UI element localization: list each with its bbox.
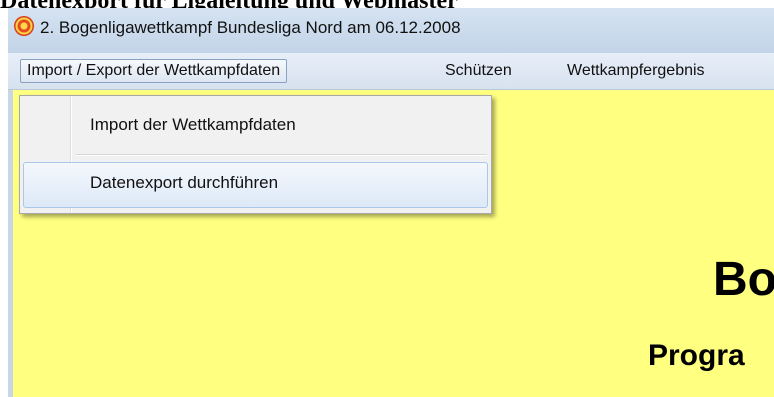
menu-item-label: Datenexport durchführen xyxy=(90,173,279,192)
menu-schuetzen[interactable]: Schützen xyxy=(439,59,518,83)
title-bar[interactable]: 2. Bogenligawettkampf Bundesliga Nord am… xyxy=(8,8,774,53)
target-icon[interactable] xyxy=(14,16,34,36)
page-heading: Datenexport für Ligaleitung und Webmaste… xyxy=(0,0,774,8)
app-window: 2. Bogenligawettkampf Bundesliga Nord am… xyxy=(8,8,774,397)
main-subheading: Progra xyxy=(648,339,745,372)
menu-wettkampfergebnis[interactable]: Wettkampfergebnis xyxy=(561,59,711,83)
menu-item-import[interactable]: Import der Wettkampfdaten xyxy=(23,104,488,148)
menu-separator xyxy=(76,154,487,156)
menu-item-label: Import der Wettkampfdaten xyxy=(90,115,296,134)
menu-import-export[interactable]: Import / Export der Wettkampfdaten xyxy=(20,59,288,83)
menu-bar: Import / Export der Wettkampfdaten Schüt… xyxy=(8,53,774,90)
import-export-dropdown: Import der Wettkampfdaten Datenexport du… xyxy=(19,95,492,214)
window-title: 2. Bogenligawettkampf Bundesliga Nord am… xyxy=(40,18,461,37)
menu-item-export[interactable]: Datenexport durchführen xyxy=(23,162,488,208)
main-heading: Bo xyxy=(713,253,774,306)
